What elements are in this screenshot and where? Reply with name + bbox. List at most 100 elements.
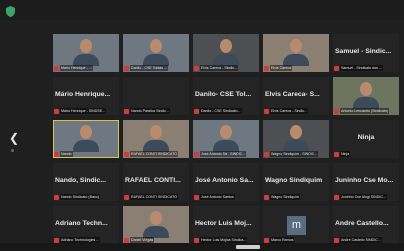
participant-tag-text: Samuel - Sindicato dos ... [340, 65, 383, 71]
participant-label: Wagno Sindiquim - SINDIC... [264, 151, 327, 157]
participant-label: Nando Sindicato (Banc) [54, 194, 117, 200]
participant-tile[interactable]: Wagno Sindiquim Wagno Sindiquim [263, 163, 329, 201]
participant-name: Ninja [357, 134, 375, 141]
participant-label: Juninho Cse Mogi SINDIC... [334, 194, 397, 200]
participant-label: Nando Paraíba Sindic... [124, 108, 187, 114]
participant-tile[interactable]: Mário Henrique - ... [53, 34, 119, 72]
participant-video [143, 211, 169, 238]
participant-name: Samuel - Sindic... [335, 48, 392, 55]
participant-label: RAFAEL CONTI SINDICATO [124, 194, 187, 200]
participant-name: Danilo- CSE Tol... [195, 91, 252, 98]
participant-tag-text: Mário Henrique - ... [60, 65, 93, 71]
mic-muted-icon [54, 194, 59, 200]
participant-tile[interactable]: Juninho Cse Mo... Juninho Cse Mogi SINDIC… [333, 163, 399, 201]
participant-video [213, 39, 239, 66]
mic-muted-icon [264, 194, 269, 200]
participant-name: Adriano Techn... [55, 220, 108, 227]
participant-label: Ninja [334, 151, 397, 157]
mic-muted-icon [334, 194, 339, 200]
participant-tag-text: RAFAEL CONTI SINDICATO [130, 194, 179, 200]
participant-label: Mário Henrique - ... [54, 65, 117, 71]
participant-tag-text: Mário Henrique - SINDSE... [60, 108, 107, 114]
participant-tile[interactable]: Nando [53, 120, 119, 158]
participant-video [283, 125, 309, 152]
participant-name: José Antonio Sa... [195, 177, 254, 184]
participant-tile[interactable]: m Marco Ramos [263, 206, 329, 244]
participant-tile[interactable]: Nando Paraíba Sindic... [123, 77, 189, 115]
participant-tag-text: Danilo - CSE Sindicato... [200, 108, 242, 114]
participant-tag-text: Juninho Cse Mogi SINDIC... [340, 194, 387, 200]
mic-muted-icon [194, 151, 199, 157]
participant-tile[interactable]: Daniel Viegas [123, 206, 189, 244]
participant-tag-text: Elvis Careca - Sindic... [200, 65, 239, 71]
mic-muted-icon [124, 108, 129, 114]
participant-video [143, 125, 169, 152]
participant-name: RAFAEL CONTI... [125, 177, 181, 184]
mic-muted-icon [54, 151, 59, 157]
mic-muted-icon [264, 151, 269, 157]
mic-muted-icon [124, 151, 129, 157]
participant-tag-text: Elvis Careca - Sindic... [270, 108, 309, 114]
participant-tile[interactable]: Elvis Careca- S... Elvis Careca - Sindic.… [263, 77, 329, 115]
participant-label: Danilo - CSE Tobias ... [124, 65, 187, 71]
participant-video [213, 125, 239, 152]
bottom-bar [0, 243, 404, 251]
participant-tile[interactable]: Adriano Techn... Adriano Technologies ... [53, 206, 119, 244]
participant-tile[interactable]: Danilo- CSE Tol... Danilo - CSE Sindicato… [193, 77, 259, 115]
participant-label: Nando [54, 151, 117, 157]
participant-video [353, 82, 379, 109]
participant-tag-text: José Antonio Santos [200, 194, 235, 200]
participant-tag-text: Nando Paraíba Sindic... [130, 108, 170, 114]
participant-tile[interactable]: Samuel - Sindic... Samuel - Sindicato dos… [333, 34, 399, 72]
participant-tile[interactable]: Ninja Ninja [333, 120, 399, 158]
participant-label: Samuel - Sindicato dos ... [334, 65, 397, 71]
participant-tile[interactable]: José Antonio Sá - SINDIC... [193, 120, 259, 158]
participant-name: Elvis Careca- S... [265, 91, 320, 98]
participant-label: Elvis Careca [264, 65, 327, 71]
participant-tile[interactable]: Antonio Lencastro (Sindicato) [333, 77, 399, 115]
participant-tile[interactable]: Wagno Sindiquim - SINDIC... [263, 120, 329, 158]
participant-label: Danilo - CSE Sindicato... [194, 108, 257, 114]
participant-tile[interactable]: RAFAEL CONTI... RAFAEL CONTI SINDICATO [123, 163, 189, 201]
participant-tile[interactable]: Elvis Careca [263, 34, 329, 72]
mic-muted-icon [334, 108, 339, 114]
participant-tile[interactable]: Hector Luis Moj... Hector Luis Mojica Sin… [193, 206, 259, 244]
participant-label: Elvis Careca - Sindic... [264, 108, 327, 114]
mic-muted-icon [194, 237, 199, 243]
participant-label: José Antonio Santos [194, 194, 257, 200]
participant-name: Nando, Sindic... [55, 177, 106, 184]
bottom-control[interactable] [236, 245, 260, 249]
participant-tile[interactable]: José Antonio Sa... José Antonio Santos [193, 163, 259, 201]
participant-tag-text: RAFAEL CONTI SINDICATO [130, 151, 179, 157]
participant-video [283, 39, 309, 66]
page-indicator [11, 149, 14, 152]
mic-muted-icon [194, 65, 199, 71]
participant-tile[interactable]: Danilo - CSE Tobias ... [123, 34, 189, 72]
participant-tile[interactable]: Andre Castello... Andre Castello SINDIC..… [333, 206, 399, 244]
participant-name: Wagno Sindiquim [265, 177, 323, 184]
participant-label: José Antonio Sá - SINDIC... [194, 151, 257, 157]
participant-video [143, 39, 169, 66]
participant-name: Andre Castello... [335, 220, 389, 227]
participant-tile[interactable]: Nando, Sindic... Nando Sindicato (Banc) [53, 163, 119, 201]
top-bar [0, 0, 404, 20]
mic-muted-icon [334, 65, 339, 71]
mic-muted-icon [124, 194, 129, 200]
participant-tile[interactable]: Mário Henrique... Mário Henrique - SINDSE… [53, 77, 119, 115]
mic-muted-icon [264, 237, 269, 243]
mic-muted-icon [54, 237, 59, 243]
chevron-left-icon[interactable]: ❮ [8, 130, 20, 146]
participant-tag-text: Ninja [340, 151, 351, 157]
participant-tag-text: Elvis Careca [270, 65, 293, 71]
participant-tile[interactable]: Elvis Careca - Sindic... [193, 34, 259, 72]
participant-name: Juninho Cse Mo... [335, 177, 394, 184]
participant-tag-text: Danilo - CSE Tobias ... [130, 65, 169, 71]
participant-video [73, 125, 99, 152]
shield-icon[interactable] [6, 6, 15, 17]
participant-label: Antonio Lencastro (Sindicato) [334, 108, 397, 114]
participant-tile[interactable]: RAFAEL CONTI SINDICATO [123, 120, 189, 158]
participant-video [73, 39, 99, 66]
mic-muted-icon [124, 65, 129, 71]
mic-muted-icon [194, 108, 199, 114]
mic-muted-icon [124, 237, 129, 243]
